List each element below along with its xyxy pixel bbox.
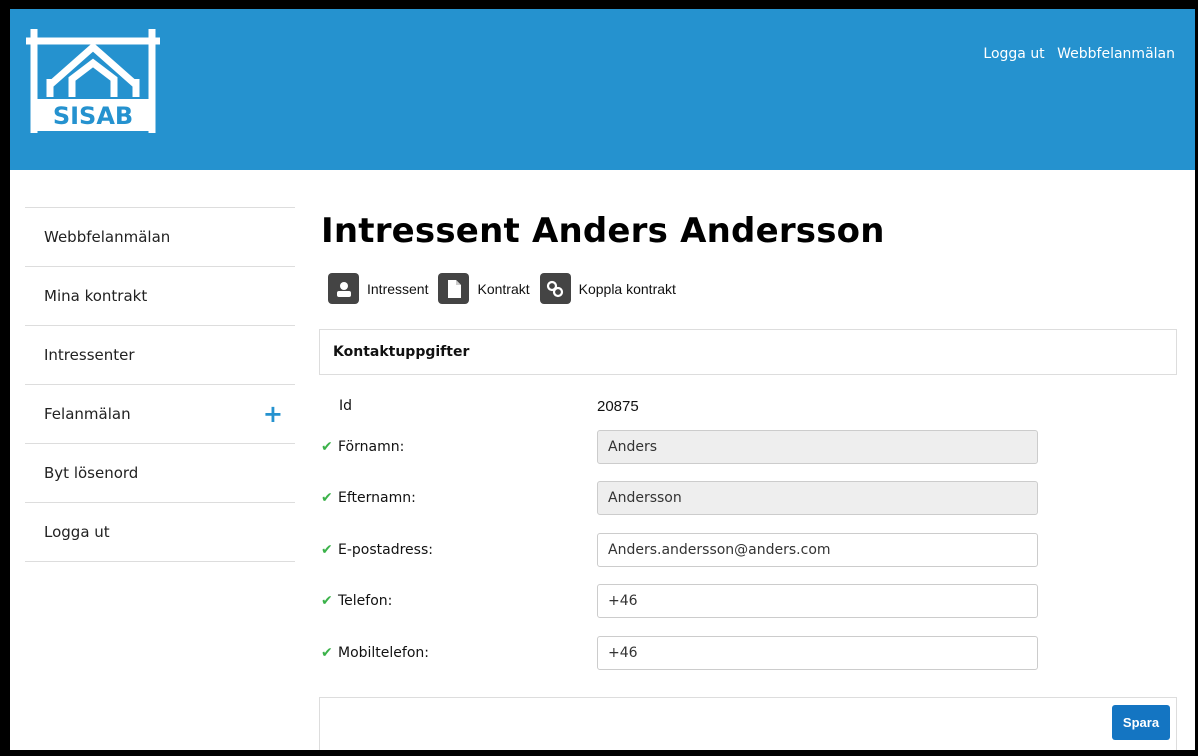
phone-field[interactable]: [597, 584, 1038, 618]
page-title: Intressent Anders Andersson: [321, 211, 885, 251]
field-label: Efternamn:: [338, 490, 416, 506]
sidebar-item-felanmalan[interactable]: Felanmälan +: [25, 385, 295, 444]
sidebar-item-label: Webbfelanmälan: [44, 228, 171, 246]
sidebar-item-mina-kontrakt[interactable]: Mina kontrakt: [25, 267, 295, 326]
check-icon: ✔: [321, 439, 333, 455]
tab-label: Intressent: [367, 280, 429, 297]
check-icon: ✔: [321, 542, 333, 558]
sisab-logo[interactable]: SISAB: [24, 23, 162, 133]
header: SISAB Logga ut Webbfelanmälan: [10, 9, 1195, 170]
app-window: SISAB Logga ut Webbfelanmälan Webbfelanm…: [10, 9, 1195, 750]
form-row-mobiltelefon: ✔ Mobiltelefon:: [319, 636, 1059, 670]
sidebar-item-byt-losenord[interactable]: Byt lösenord: [25, 444, 295, 503]
tab-bar: Intressent Kontrakt Koppla kontrakt: [328, 273, 686, 304]
sidebar-item-webbfelanmalan[interactable]: Webbfelanmälan: [25, 208, 295, 267]
sidebar-item-label: Intressenter: [44, 346, 135, 364]
save-button[interactable]: Spara: [1112, 705, 1170, 740]
id-label: Id: [339, 398, 353, 414]
last-name-field[interactable]: [597, 481, 1038, 515]
field-label: Mobiltelefon:: [338, 645, 429, 661]
mobile-phone-field[interactable]: [597, 636, 1038, 670]
tab-label: Koppla kontrakt: [578, 280, 676, 297]
webbfelanmalan-link[interactable]: Webbfelanmälan: [1057, 46, 1175, 62]
tab-intressent[interactable]: Intressent: [328, 273, 428, 304]
form-row-telefon: ✔ Telefon:: [319, 584, 1059, 618]
link-icon: [539, 273, 571, 304]
sidebar-item-logga-ut[interactable]: Logga ut: [25, 503, 295, 562]
check-icon: ✔: [321, 645, 333, 661]
document-icon: [438, 273, 470, 304]
sidebar-item-label: Logga ut: [44, 523, 110, 541]
tab-kontrakt[interactable]: Kontrakt: [438, 273, 530, 304]
logout-link[interactable]: Logga ut: [983, 46, 1044, 62]
plus-icon[interactable]: +: [263, 402, 283, 426]
sidebar-item-label: Felanmälan: [44, 405, 131, 423]
email-field[interactable]: [597, 533, 1038, 567]
id-value: 20875: [597, 397, 639, 415]
check-icon: ✔: [321, 490, 333, 506]
section-header: Kontaktuppgifter: [319, 329, 1177, 375]
sidebar: Webbfelanmälan Mina kontrakt Intressente…: [25, 207, 295, 562]
sidebar-item-label: Byt lösenord: [44, 464, 139, 482]
tab-label: Kontrakt: [477, 280, 530, 297]
form-row-fornamn: ✔ Förnamn:: [319, 430, 1059, 464]
field-label: E-postadress:: [338, 542, 433, 558]
top-links: Logga ut Webbfelanmälan: [975, 46, 1175, 62]
user-icon: [328, 273, 359, 304]
sidebar-item-intressenter[interactable]: Intressenter: [25, 326, 295, 385]
logo-text: SISAB: [53, 102, 133, 130]
check-icon: ✔: [321, 593, 333, 609]
field-label: Telefon:: [338, 593, 393, 609]
form-footer: Spara: [319, 697, 1177, 750]
form-row-efternamn: ✔ Efternamn:: [319, 481, 1059, 515]
form-row-epost: ✔ E-postadress:: [319, 533, 1059, 567]
tab-koppla-kontrakt[interactable]: Koppla kontrakt: [539, 273, 676, 304]
field-label: Förnamn:: [338, 439, 405, 455]
sidebar-item-label: Mina kontrakt: [44, 287, 148, 305]
id-row: Id 20875: [319, 389, 1059, 423]
section-title: Kontaktuppgifter: [333, 344, 470, 360]
first-name-field[interactable]: [597, 430, 1038, 464]
